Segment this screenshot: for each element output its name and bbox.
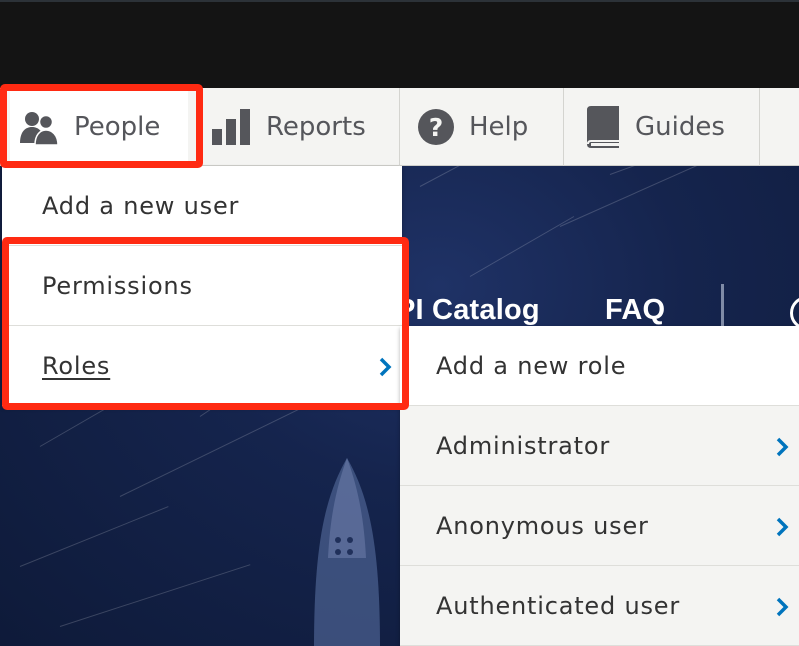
top-black-bar	[0, 0, 799, 88]
submenu-item-administrator[interactable]: Administrator	[400, 406, 799, 486]
rocket-illustration	[314, 458, 380, 646]
menu-item-label: Administrator	[436, 431, 611, 460]
chevron-right-icon	[775, 515, 789, 543]
menu-item-label: Authenticated user	[436, 591, 680, 620]
admin-toolbar: People Reports ? Help Guides	[0, 88, 799, 166]
site-nav-faq[interactable]: FAQ	[605, 294, 665, 327]
toolbar-reports-label: Reports	[266, 111, 366, 142]
toolbar-guides-tab[interactable]: Guides	[583, 88, 725, 165]
menu-item-roles[interactable]: Roles	[2, 326, 402, 406]
toolbar-divider	[759, 88, 760, 166]
menu-item-add-new-user[interactable]: Add a new user	[2, 166, 402, 246]
toolbar-reports-tab[interactable]: Reports	[210, 88, 366, 165]
toolbar-divider	[399, 88, 400, 166]
submenu-item-add-new-role[interactable]: Add a new role	[400, 326, 799, 406]
book-icon	[583, 105, 621, 148]
roles-submenu: Add a new role Administrator Anonymous u…	[400, 326, 799, 646]
toolbar-divider	[563, 88, 564, 166]
toolbar-help-label: Help	[469, 111, 529, 142]
question-circle-icon: ?	[417, 108, 455, 146]
people-icon	[18, 109, 60, 145]
menu-item-label: Add a new role	[436, 351, 627, 380]
menu-item-label: Roles	[42, 351, 111, 380]
menu-item-permissions[interactable]: Permissions	[2, 246, 402, 326]
people-dropdown-menu: Add a new user Permissions Roles	[2, 166, 402, 406]
site-nav-catalog[interactable]: PI Catalog	[396, 294, 540, 327]
chevron-right-icon	[775, 435, 789, 463]
menu-item-label: Add a new user	[42, 191, 240, 220]
toolbar-people-label: People	[74, 111, 161, 142]
chevron-right-icon	[775, 595, 789, 623]
site-nav-divider	[721, 284, 724, 326]
bar-chart-icon	[210, 108, 252, 145]
menu-item-label: Permissions	[42, 271, 193, 300]
submenu-item-authenticated-user[interactable]: Authenticated user	[400, 566, 799, 646]
menu-item-label: Anonymous user	[436, 511, 649, 540]
chevron-right-icon	[378, 355, 392, 383]
toolbar-people-tab[interactable]: People	[10, 88, 188, 165]
svg-text:?: ?	[429, 113, 444, 142]
submenu-item-anonymous-user[interactable]: Anonymous user	[400, 486, 799, 566]
site-nav-user-icon[interactable]	[790, 296, 799, 330]
toolbar-help-tab[interactable]: ? Help	[417, 88, 528, 165]
toolbar-guides-label: Guides	[635, 111, 725, 142]
